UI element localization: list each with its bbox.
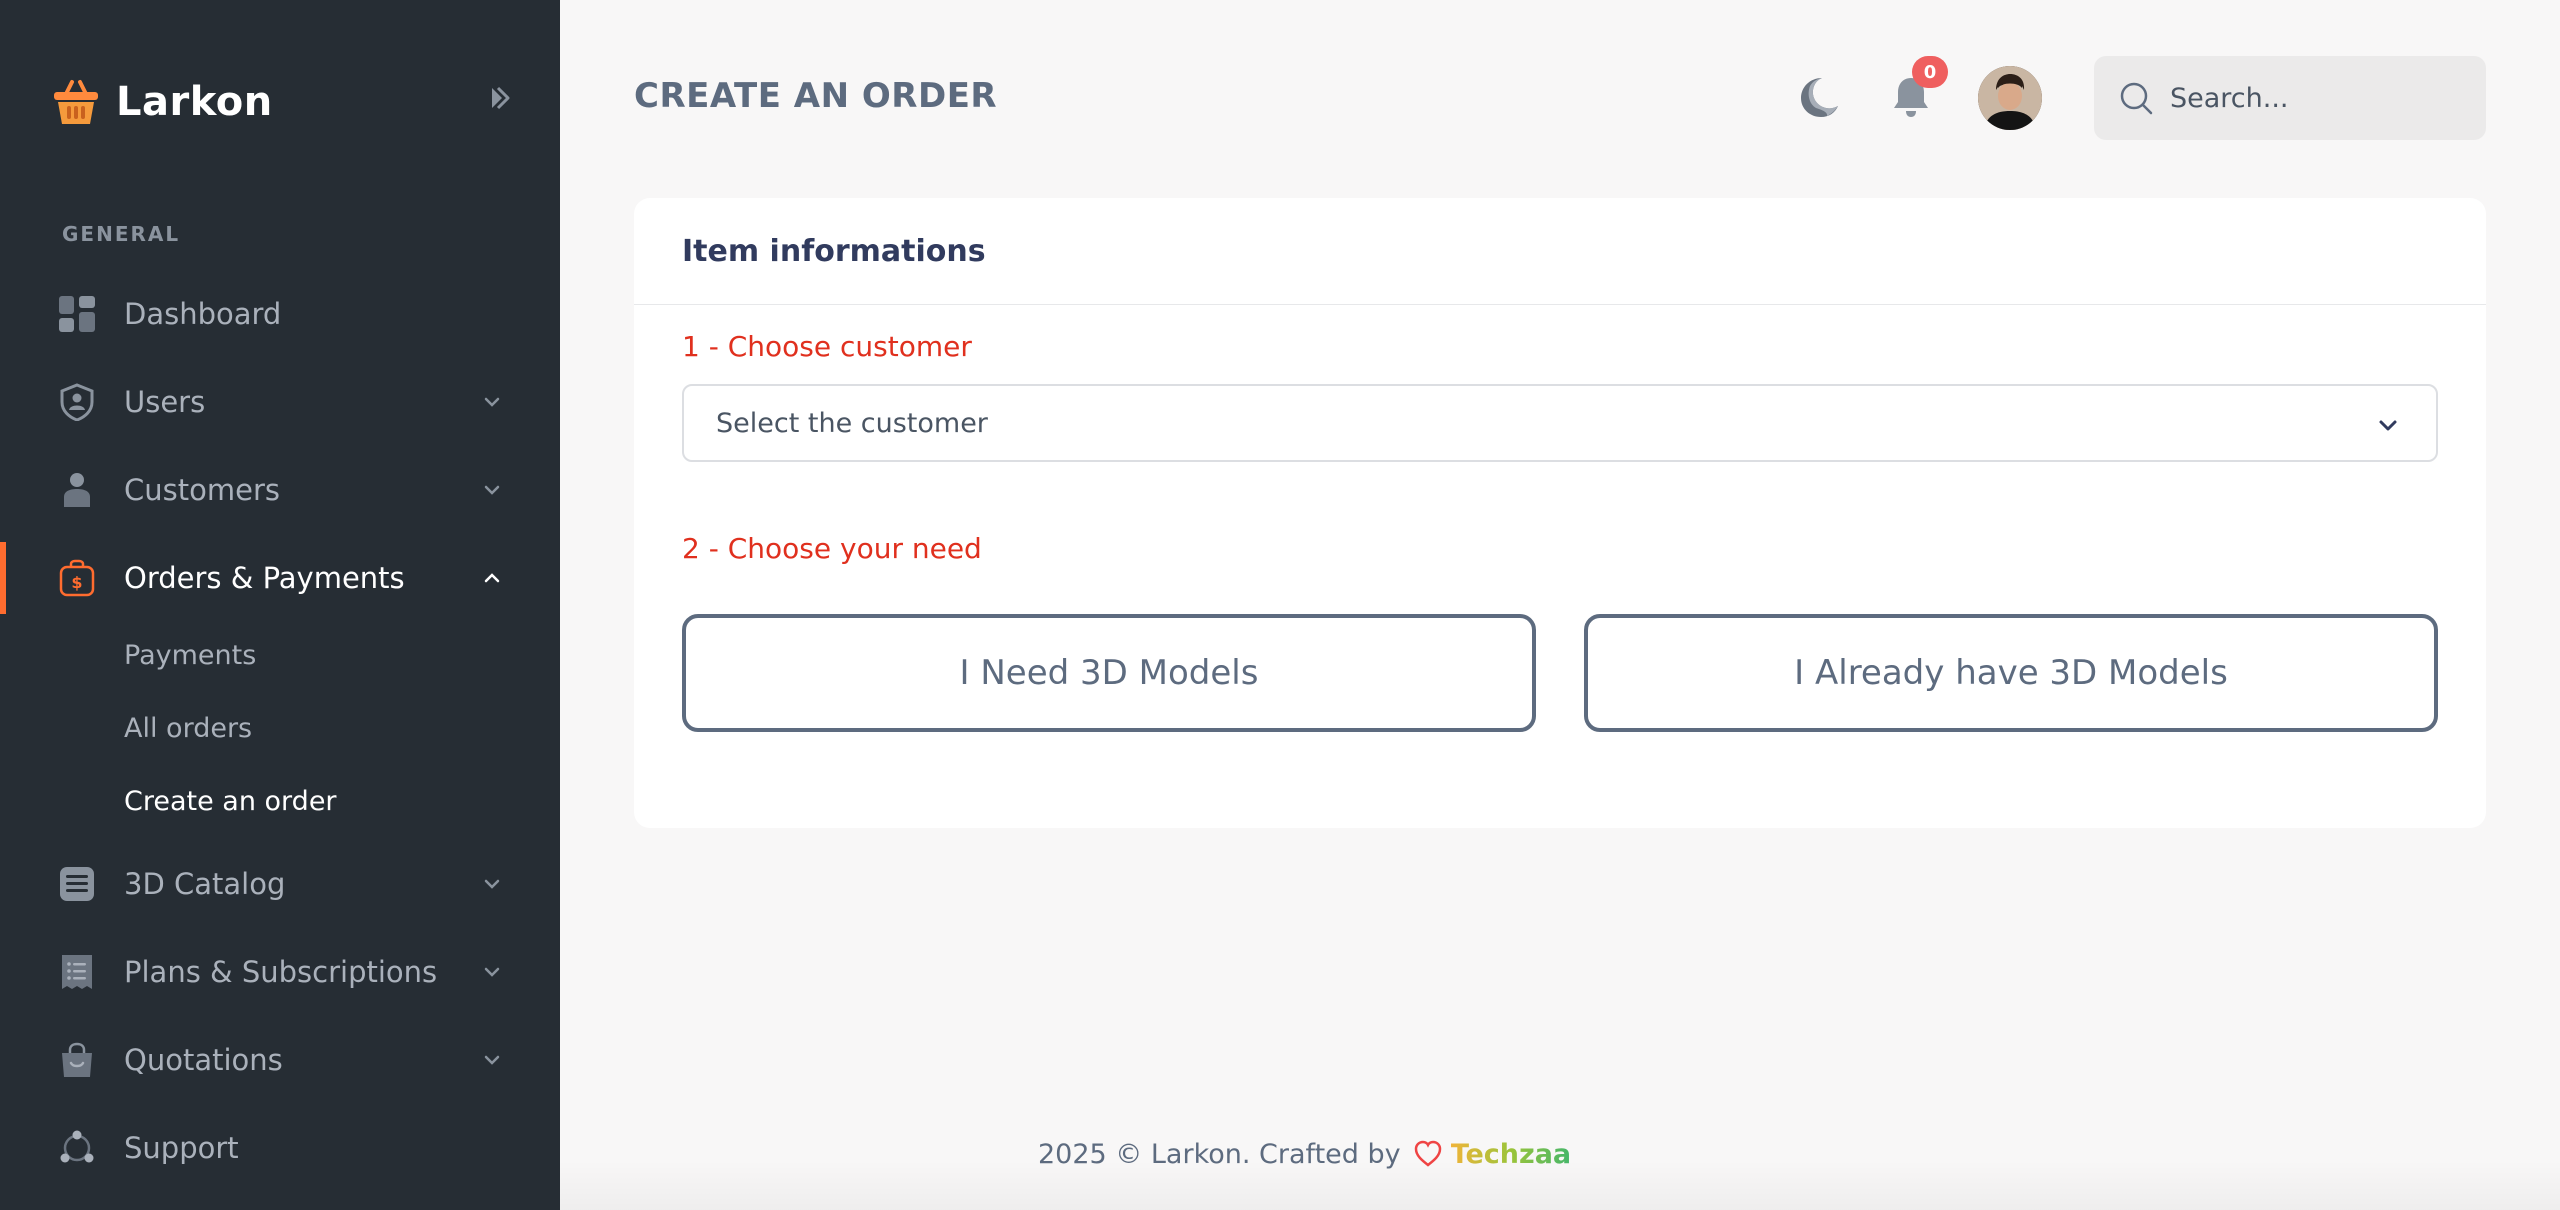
card-divider [634, 304, 2486, 305]
notification-badge: 0 [1912, 56, 1948, 88]
sidebar-item-label: 3D Catalog [124, 867, 286, 901]
sidebar-item-plans-subscriptions[interactable]: Plans & Subscriptions [0, 936, 560, 1008]
step2-label: 2 - Choose your need [682, 532, 982, 565]
sidebar-collapse-icon[interactable] [484, 82, 516, 114]
step1-label: 1 - Choose customer [682, 330, 972, 363]
sidebar-item-customers[interactable]: Customers [0, 454, 560, 526]
footer: 2025 © Larkon. Crafted by Techzaa [1038, 1136, 1571, 1172]
chevron-down-icon [484, 1055, 500, 1065]
chevron-down-icon [484, 397, 500, 407]
catalog-icon [60, 867, 94, 901]
sidebar-item-label: Orders & Payments [124, 561, 405, 595]
avatar[interactable] [1978, 66, 2042, 130]
basket-logo-icon [54, 80, 98, 124]
sidebar-item-orders-payments[interactable]: $ Orders & Payments [0, 542, 560, 614]
search-bar[interactable] [2094, 56, 2486, 140]
sidebar-item-label: Support [124, 1131, 239, 1165]
sidebar-item-users[interactable]: Users [0, 366, 560, 438]
shield-user-icon [60, 383, 94, 421]
footer-text: 2025 © Larkon. Crafted by [1038, 1138, 1401, 1170]
brand-name: Larkon [116, 79, 273, 125]
sidebar-item-support[interactable]: Support [0, 1112, 560, 1184]
sidebar-subitem-all-orders[interactable]: All orders [124, 713, 252, 744]
search-icon [2120, 82, 2153, 115]
need-3d-models-button[interactable]: I Need 3D Models [682, 614, 1536, 732]
have-3d-models-button[interactable]: I Already have 3D Models [1584, 614, 2438, 732]
customer-select-value: Select the customer [716, 407, 988, 439]
sidebar-item-label: Plans & Subscriptions [124, 955, 438, 989]
bag-dollar-icon: $ [59, 559, 95, 597]
brand[interactable]: Larkon [50, 76, 273, 128]
chevron-down-icon [484, 485, 500, 495]
search-input[interactable] [2170, 82, 2470, 114]
sidebar-item-3d-catalog[interactable]: 3D Catalog [0, 848, 560, 920]
item-information-card: Item informations 1 - Choose customer Se… [634, 198, 2486, 828]
sidebar-item-label: Dashboard [124, 297, 282, 331]
svg-text:$: $ [71, 573, 82, 592]
sidebar-item-dashboard[interactable]: Dashboard [0, 278, 560, 350]
footer-brand-link[interactable]: Techzaa [1451, 1139, 1572, 1170]
chevron-down-icon [484, 879, 500, 889]
sidebar-item-label: Users [124, 385, 206, 419]
person-icon [64, 473, 90, 507]
moon-icon[interactable] [1792, 72, 1842, 122]
sidebar-item-label: Customers [124, 473, 280, 507]
sidebar-subitem-payments[interactable]: Payments [124, 640, 256, 671]
shopping-bag-icon [62, 1042, 92, 1077]
heart-icon [1414, 1140, 1441, 1167]
sidebar-item-quotations[interactable]: Quotations [0, 1024, 560, 1096]
sidebar-subitem-create-order[interactable]: Create an order [124, 786, 337, 817]
chevron-down-icon [2379, 420, 2397, 431]
sidebar: Larkon GENERAL Dashboard Users Customers [0, 0, 560, 1210]
customer-select[interactable]: Select the customer [682, 384, 2438, 462]
chevron-down-icon [484, 967, 500, 977]
support-icon [60, 1130, 94, 1163]
dashboard-icon [59, 296, 95, 332]
user-avatar-icon [1978, 66, 2042, 130]
chevron-up-icon [484, 573, 500, 583]
sidebar-section-label: GENERAL [62, 222, 181, 246]
card-title: Item informations [682, 234, 986, 269]
page-title: CREATE AN ORDER [634, 76, 998, 116]
receipt-icon [62, 955, 92, 989]
sidebar-item-label: Quotations [124, 1043, 283, 1077]
